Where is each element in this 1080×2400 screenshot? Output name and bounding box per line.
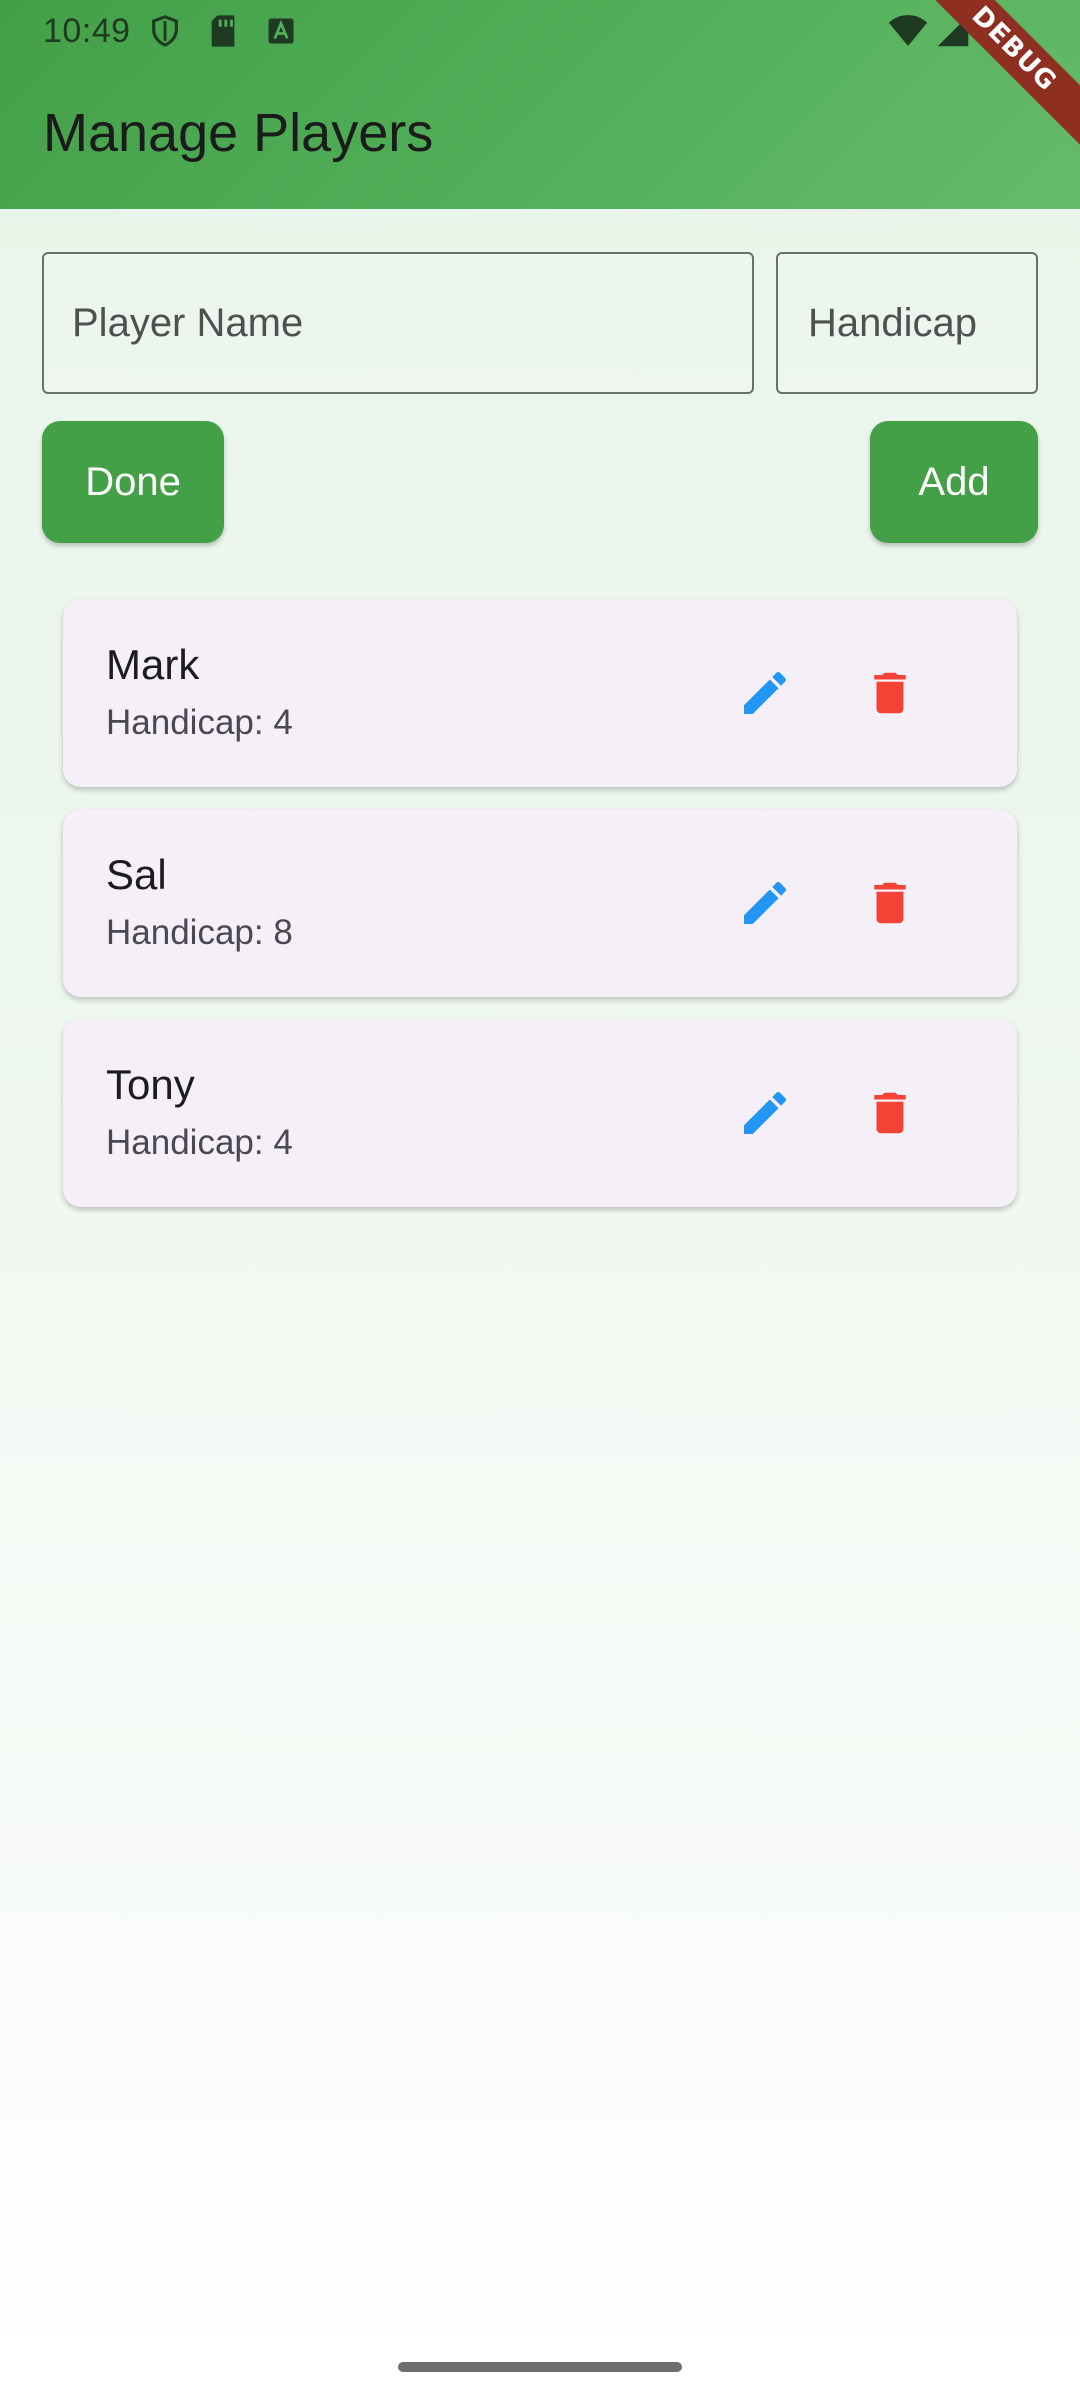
shield-icon [152,15,178,47]
edit-icon [744,671,787,714]
delete-player-button[interactable] [840,643,940,743]
trash-icon [874,1092,906,1134]
edit-icon [744,881,787,924]
player-list: Mark Handicap: 4 Sal Handicap: 8 Tony Ha… [63,599,1017,1229]
edit-player-button[interactable] [715,1063,815,1163]
app-bar: 10:49 Manage Players DEBUG [0,0,1080,209]
sd-card-icon [211,15,235,47]
edit-player-button[interactable] [715,643,815,743]
status-bar: 10:49 [0,0,1080,62]
player-card: Tony Handicap: 4 [63,1019,1017,1207]
player-name: Sal [106,851,167,898]
delete-player-button[interactable] [840,853,940,953]
player-card: Sal Handicap: 8 [63,809,1017,997]
player-handicap: Handicap: 4 [106,1123,293,1162]
trash-icon [874,672,906,714]
player-handicap: Handicap: 4 [106,703,293,742]
player-name: Mark [106,641,200,688]
page-title: Manage Players [43,103,434,163]
delete-player-button[interactable] [840,1063,940,1163]
done-button[interactable]: Done [42,421,224,543]
trash-icon [874,882,906,924]
edit-icon [744,1091,787,1134]
player-handicap: Handicap: 8 [106,913,293,952]
status-time: 10:49 [43,12,131,50]
text-a-icon [268,18,294,44]
edit-player-button[interactable] [715,853,815,953]
add-button[interactable]: Add [870,421,1038,543]
player-card: Mark Handicap: 4 [63,599,1017,787]
home-indicator[interactable] [398,2362,682,2372]
handicap-input[interactable] [776,252,1038,394]
wifi-icon [888,15,928,46]
player-name-input[interactable] [42,252,754,394]
player-name: Tony [106,1061,195,1108]
